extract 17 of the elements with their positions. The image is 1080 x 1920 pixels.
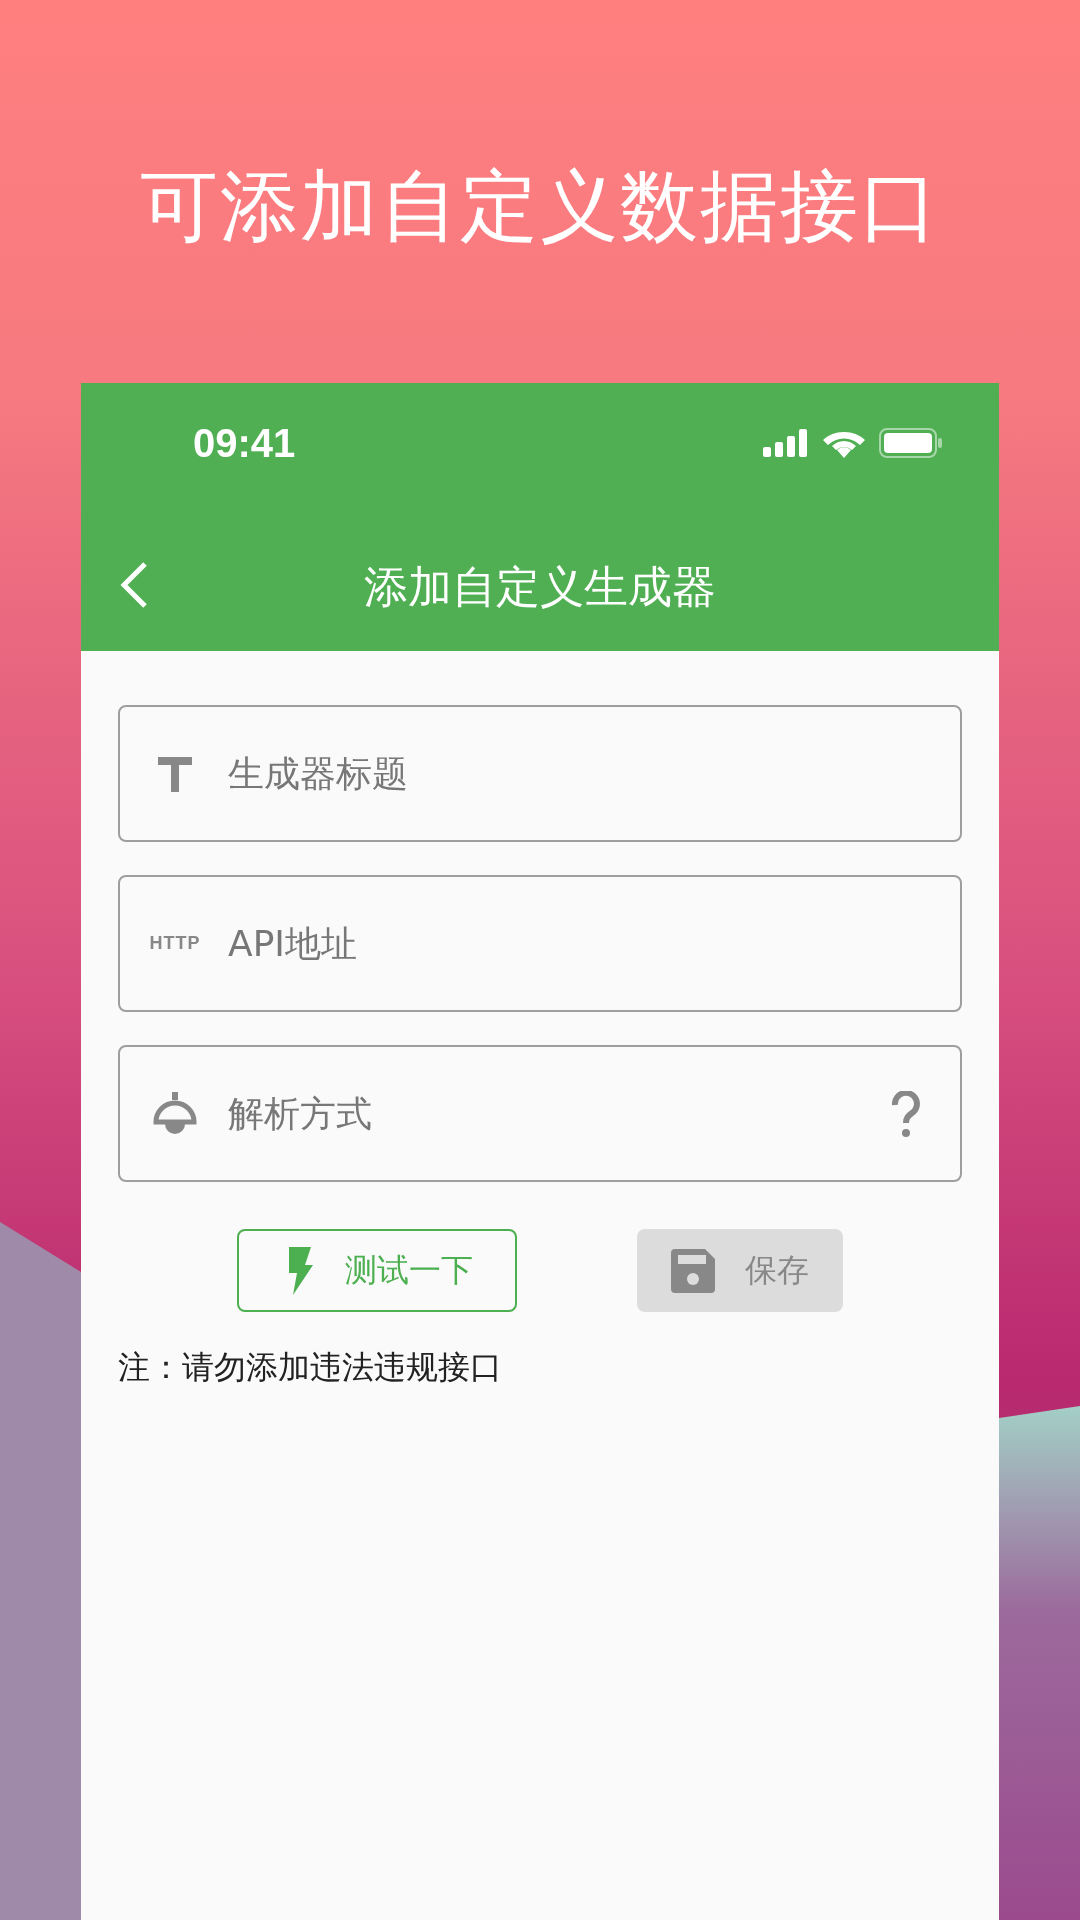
text-icon <box>157 755 193 792</box>
bell-icon <box>153 1091 197 1136</box>
input-field[interactable]: 生成器标题 <box>226 752 920 795</box>
status-time: 09:41 <box>193 420 296 466</box>
screen-title: 添加自定义生成器 <box>364 559 716 614</box>
text-field[interactable]: HTTP API地址 <box>118 875 962 1012</box>
input-field[interactable]: API地址 <box>226 922 920 965</box>
text-field[interactable]: 解析方式 <box>118 1045 962 1182</box>
test-button[interactable]: 测试一下 <box>237 1229 517 1312</box>
input-field[interactable]: 解析方式 <box>226 1092 892 1135</box>
battery-icon <box>879 428 943 458</box>
note-text: 注：请勿添加违法违规接口 <box>118 1347 503 1388</box>
http-icon: HTTP <box>149 933 201 954</box>
back-icon[interactable] <box>119 561 149 609</box>
headline: 可添加自定义数据接口 <box>140 160 940 250</box>
signal-icon <box>763 429 809 457</box>
text-field[interactable]: 生成器标题 <box>118 705 962 842</box>
